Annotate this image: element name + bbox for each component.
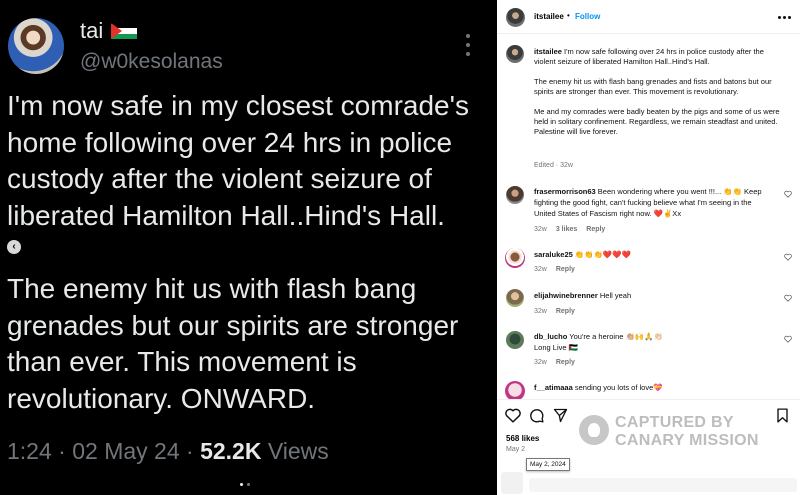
- comment-avatar[interactable]: [506, 186, 524, 204]
- emoji-icon[interactable]: [501, 472, 523, 494]
- caption-avatar[interactable]: [506, 45, 524, 63]
- comment-item: f__atimaaa sending you lots of love💝: [534, 382, 774, 393]
- carousel-dots: [240, 483, 250, 486]
- comment-avatar[interactable]: [506, 289, 524, 307]
- tweet-views-label: Views: [267, 438, 329, 464]
- caption-paragraph-1: I'm now safe following over 24 hrs in po…: [534, 47, 764, 66]
- comment-avatar[interactable]: [505, 381, 525, 401]
- comment-text: Hell yeah: [599, 291, 632, 300]
- header-dot: •: [567, 11, 570, 20]
- avatar[interactable]: [506, 8, 525, 27]
- edited-label: Edited · 32w: [534, 162, 573, 169]
- reply-button[interactable]: Reply: [556, 266, 575, 273]
- post-date[interactable]: May 2: [506, 446, 525, 453]
- tweet-meta: 1:24 · 02 May 24 · 52.2K Views: [7, 438, 329, 465]
- likes-count[interactable]: 568 likes: [506, 434, 539, 443]
- comment-age: 32w: [534, 266, 547, 273]
- heart-icon[interactable]: [784, 335, 792, 343]
- reply-button[interactable]: Reply: [586, 226, 605, 233]
- more-options-icon[interactable]: [465, 34, 471, 56]
- tweet-text-paragraph-1: I'm now safe in my closest comrade's hom…: [7, 90, 469, 231]
- follow-button[interactable]: Follow: [575, 12, 600, 21]
- comment-username[interactable]: db_lucho: [534, 332, 567, 341]
- comment-text: sending you lots of love💝: [574, 383, 663, 392]
- comment-item: db_lucho You're a heroine 👏🏼🙌🙏👏🏻 Long Li…: [534, 331, 774, 353]
- chevron-left-icon[interactable]: ‹: [7, 240, 21, 254]
- comment-meta: 32w Reply: [534, 308, 575, 315]
- heart-icon[interactable]: [784, 294, 792, 302]
- watermark-line-2: CANARY MISSION: [615, 432, 759, 449]
- comment-meta: 32w Reply: [534, 359, 575, 366]
- comment-icon[interactable]: [529, 408, 544, 423]
- tweet-screenshot: tai @w0kesolanas I'm now safe in my clos…: [0, 0, 497, 495]
- comment-item: elijahwinebrenner Hell yeah: [534, 290, 774, 301]
- watermark: CAPTURED BY CANARY MISSION: [579, 412, 794, 452]
- tweet-text-paragraph-2: The enemy hit us with flash bang grenade…: [7, 273, 459, 414]
- comment-username[interactable]: elijahwinebrenner: [534, 291, 598, 300]
- meta-separator: ·: [186, 438, 194, 464]
- comment-item: frasermorrison63 Been wondering where yo…: [534, 186, 774, 219]
- reply-button[interactable]: Reply: [556, 308, 575, 315]
- caption-paragraph-2: The enemy hit us with flash bang grenade…: [534, 77, 772, 96]
- comment-item: saraluke25 👏👏👏❤️❤️❤️: [534, 249, 774, 260]
- tweet-avatar[interactable]: [8, 18, 64, 74]
- palestine-flag-icon: [111, 22, 138, 40]
- comment-text: You're a heroine 👏🏼🙌🙏👏🏻: [569, 332, 663, 341]
- comment-meta: 32w 3 likes Reply: [534, 226, 605, 233]
- more-options-icon[interactable]: [778, 16, 791, 19]
- comment-avatar[interactable]: [506, 331, 524, 349]
- share-icon[interactable]: [553, 408, 568, 423]
- post-caption: itstailee I'm now safe following over 24…: [534, 47, 784, 147]
- comment-age: 32w: [534, 359, 547, 366]
- post-username[interactable]: itstailee: [534, 12, 564, 21]
- tweet-time[interactable]: 1:24: [7, 438, 52, 464]
- comment-likes[interactable]: 3 likes: [556, 226, 577, 233]
- heart-icon[interactable]: [784, 190, 792, 198]
- meta-separator: ·: [58, 438, 66, 464]
- reply-button[interactable]: Reply: [556, 359, 575, 366]
- date-tooltip: May 2, 2024: [526, 458, 570, 471]
- tweet-display-name[interactable]: tai: [80, 18, 138, 44]
- comment-avatar[interactable]: [505, 248, 525, 268]
- comment-username[interactable]: frasermorrison63: [534, 187, 596, 196]
- heart-icon[interactable]: [505, 408, 521, 423]
- comment-meta: 32w Reply: [534, 266, 575, 273]
- comment-username[interactable]: saraluke25: [534, 250, 573, 259]
- tweet-views-count: 52.2K: [200, 438, 262, 464]
- comment-age: 32w: [534, 308, 547, 315]
- tweet-date[interactable]: 02 May 24: [72, 438, 179, 464]
- post-header: itstailee • Follow: [497, 0, 800, 34]
- heart-icon[interactable]: [784, 253, 792, 261]
- canary-logo-icon: [579, 415, 609, 445]
- watermark-line-1: CAPTURED BY: [615, 414, 734, 431]
- caption-paragraph-3: Me and my comrades were badly beaten by …: [534, 107, 780, 136]
- comment-username[interactable]: f__atimaaa: [534, 383, 573, 392]
- caption-username[interactable]: itstailee: [534, 47, 562, 56]
- comment-age: 32w: [534, 226, 547, 233]
- comment-input[interactable]: [529, 478, 797, 492]
- comment-text: 👏👏👏❤️❤️❤️: [574, 250, 631, 259]
- comment-text-line-2: Long Live 🇵🇸: [534, 343, 578, 352]
- tweet-display-name-text: tai: [80, 18, 104, 43]
- tweet-handle[interactable]: @w0kesolanas: [80, 50, 223, 74]
